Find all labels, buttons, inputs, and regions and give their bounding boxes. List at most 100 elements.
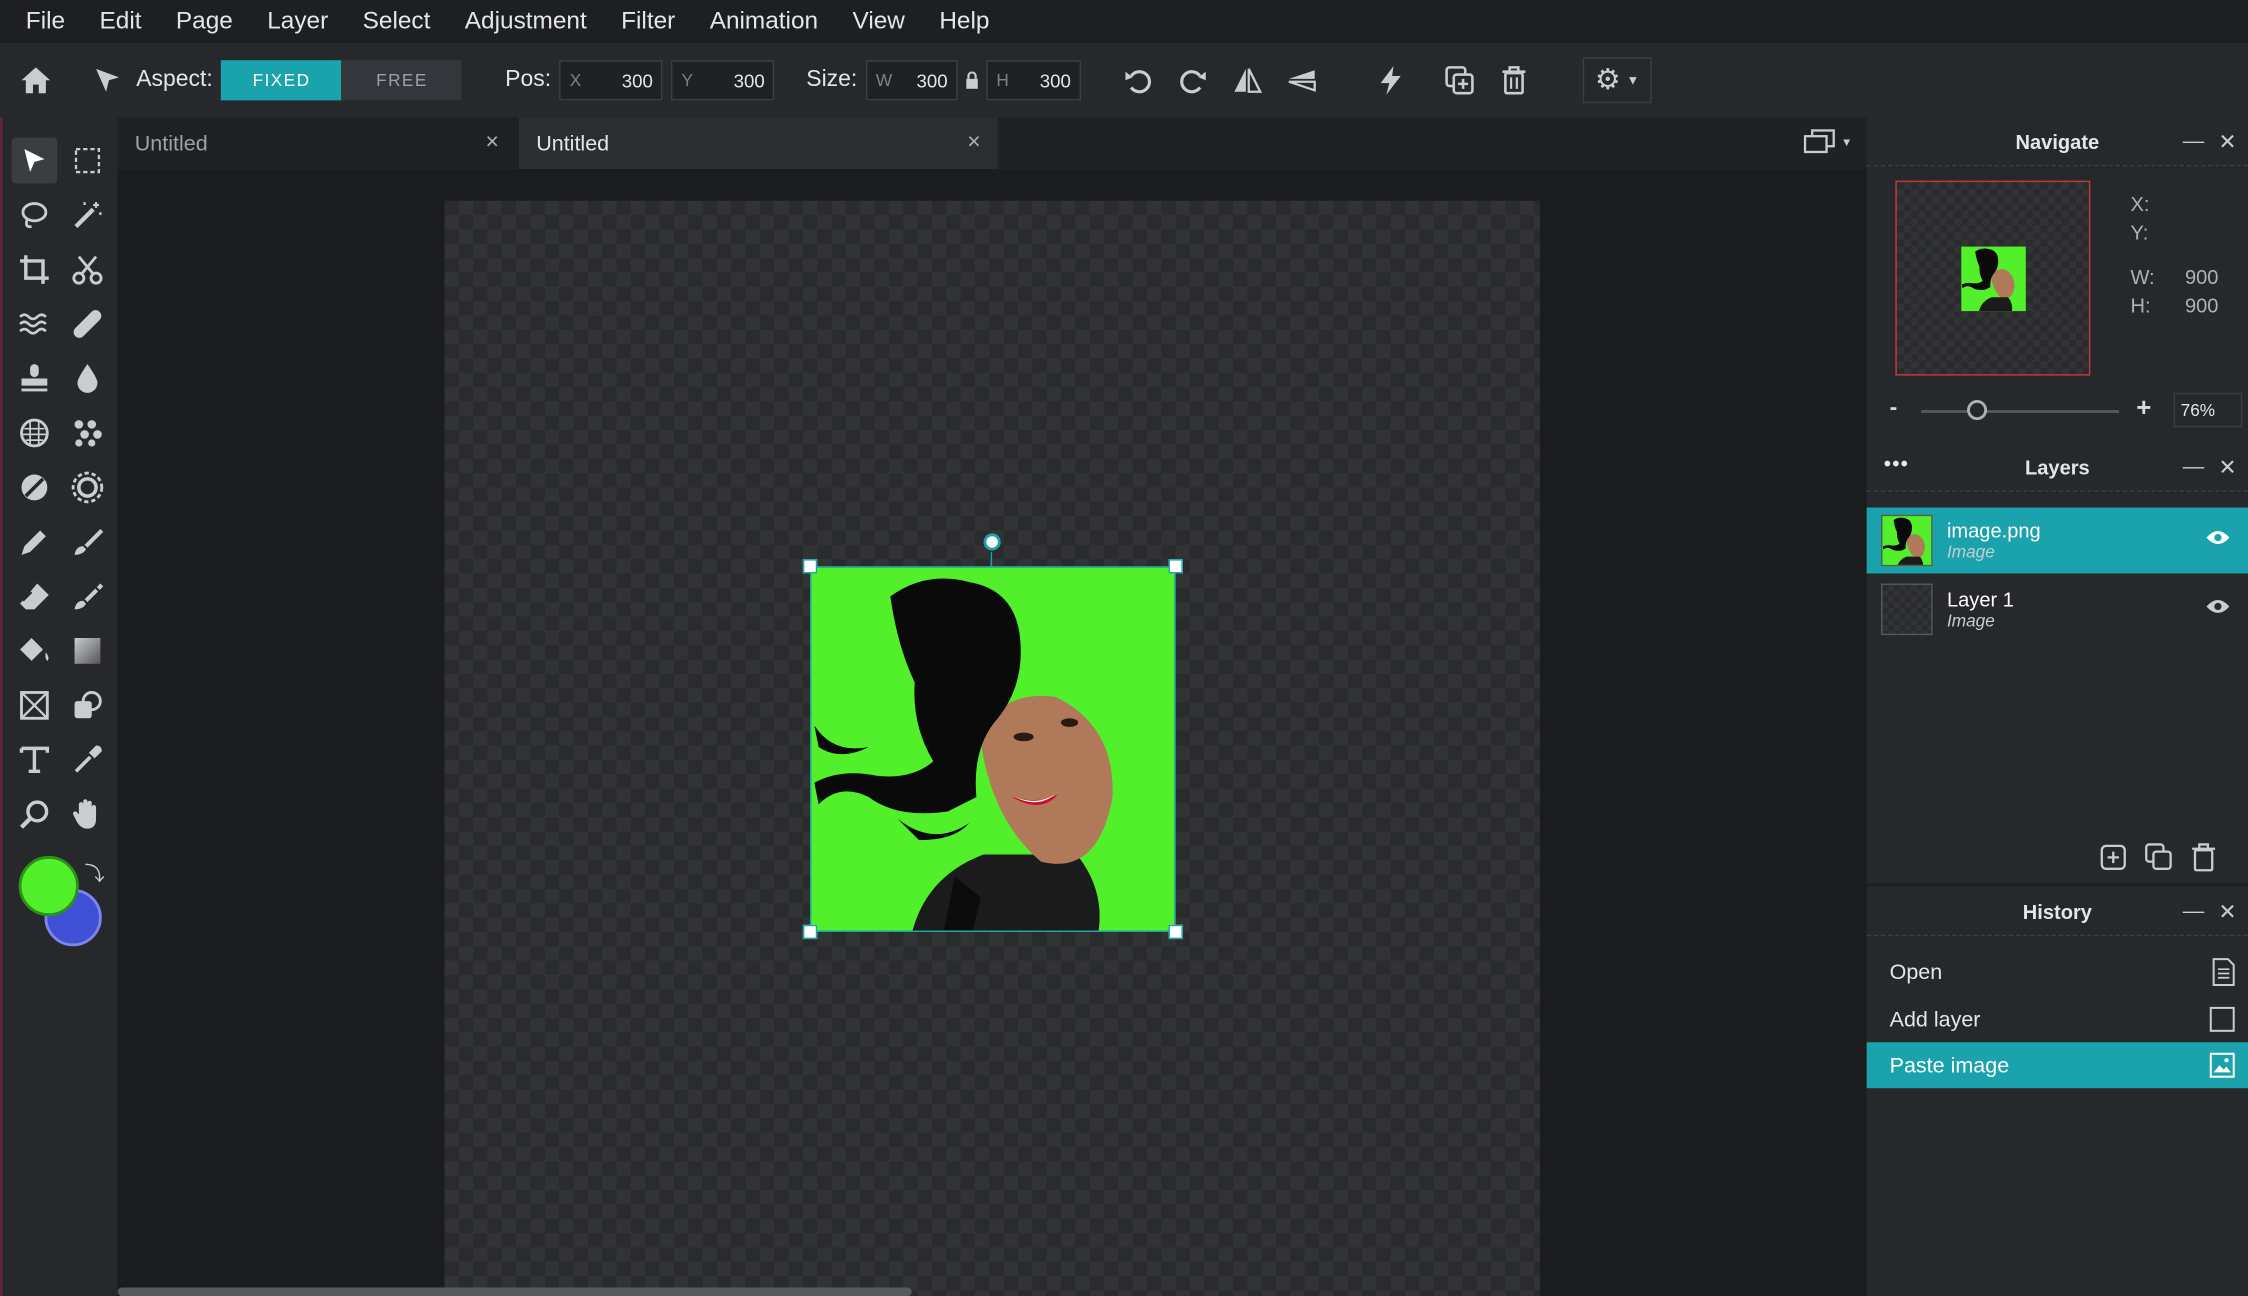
blur-drop-icon[interactable]: [65, 356, 111, 402]
add-layer-icon[interactable]: [2099, 843, 2128, 872]
move-tool-icon[interactable]: [11, 137, 58, 184]
layer-row-layer-1[interactable]: Layer 1 Image: [1867, 576, 2248, 642]
clone-stamp-icon[interactable]: [11, 356, 57, 402]
window-arrange-dropdown[interactable]: ▼: [1803, 129, 1852, 155]
pos-x-field[interactable]: X 300: [559, 60, 663, 101]
duplicate-icon[interactable]: [1439, 60, 1479, 100]
sharpen-sun-icon[interactable]: [65, 465, 111, 511]
zoom-in-button[interactable]: +: [2136, 393, 2151, 423]
scatter-icon[interactable]: [65, 410, 111, 456]
rotate-left-icon[interactable]: [1118, 60, 1158, 100]
lock-icon[interactable]: [958, 60, 987, 100]
aspect-fixed-button[interactable]: FIXED: [221, 60, 342, 101]
crop-icon[interactable]: [11, 247, 57, 293]
rotation-handle[interactable]: [983, 533, 1001, 551]
zoom-value-field[interactable]: 76%: [2173, 392, 2243, 428]
resize-handle-bottom-left[interactable]: [802, 924, 818, 940]
workspace: [117, 169, 1867, 1296]
size-h-field[interactable]: H 300: [986, 60, 1081, 101]
menu-filter[interactable]: Filter: [621, 7, 675, 36]
pasted-image-layer[interactable]: [810, 566, 1176, 932]
minimize-icon[interactable]: —: [2183, 129, 2205, 155]
eraser-icon[interactable]: [11, 573, 57, 619]
close-icon[interactable]: ✕: [2219, 454, 2237, 480]
paint-bucket-icon[interactable]: [11, 628, 57, 674]
rotate-right-icon[interactable]: [1173, 60, 1213, 100]
menu-adjustment[interactable]: Adjustment: [465, 7, 587, 36]
horizontal-scrollbar[interactable]: [117, 1287, 912, 1296]
home-icon[interactable]: [16, 60, 56, 100]
more-options-icon[interactable]: •••: [1884, 452, 1909, 475]
history-item-label: Open: [1889, 959, 1943, 985]
close-icon[interactable]: ✕: [2219, 899, 2237, 924]
zoom-slider-track[interactable]: [1921, 410, 2120, 413]
hand-pan-icon[interactable]: [65, 791, 111, 837]
close-icon[interactable]: ×: [967, 130, 980, 156]
zoom-slider-knob[interactable]: [1967, 400, 1988, 421]
scissors-icon[interactable]: [65, 247, 111, 293]
marquee-select-icon[interactable]: [65, 138, 111, 184]
tab-untitled-1[interactable]: Untitled ×: [118, 118, 517, 170]
navigator-thumbnail[interactable]: [1895, 180, 2091, 376]
zoom-magnifier-icon[interactable]: [11, 791, 57, 837]
resize-handle-top-right[interactable]: [1168, 559, 1183, 574]
sponge-icon[interactable]: [11, 410, 57, 456]
magic-wand-icon[interactable]: [65, 192, 111, 238]
menu-page[interactable]: Page: [176, 7, 233, 36]
menu-edit[interactable]: Edit: [100, 7, 142, 36]
pos-y-field[interactable]: Y 300: [671, 60, 775, 101]
size-w-field[interactable]: W 300: [865, 60, 958, 101]
trash-icon[interactable]: [1494, 60, 1534, 100]
layer-actions: [2099, 843, 2217, 872]
history-item-add-layer[interactable]: Add layer: [1867, 996, 2248, 1042]
menu-animation[interactable]: Animation: [710, 7, 818, 36]
close-icon[interactable]: ✕: [2219, 129, 2237, 154]
menu-layer[interactable]: Layer: [267, 7, 328, 36]
options-toolbar: Aspect: FIXED FREE Pos: X 300 Y 300 Size…: [0, 43, 2248, 118]
transform-icon[interactable]: [11, 682, 57, 728]
pencil-icon[interactable]: [11, 519, 57, 565]
swap-colors-icon[interactable]: ⤵: [85, 859, 105, 888]
liquify-icon[interactable]: [11, 301, 57, 347]
layer-row-image-png[interactable]: image.png Image: [1866, 507, 2248, 574]
resize-handle-bottom-right[interactable]: [1168, 924, 1183, 940]
duplicate-layer-icon[interactable]: [2145, 843, 2174, 872]
dodge-burn-icon[interactable]: [11, 465, 57, 511]
menu-select[interactable]: Select: [363, 7, 431, 36]
foreground-color-swatch[interactable]: [18, 855, 79, 917]
history-title: History: [2022, 899, 2092, 923]
gradient-icon[interactable]: [65, 628, 111, 674]
menu-help[interactable]: Help: [939, 7, 989, 36]
bandage-heal-icon[interactable]: [65, 301, 111, 347]
size-w-key: W: [875, 70, 893, 91]
zoom-out-button[interactable]: -: [1890, 396, 1898, 422]
lasso-icon[interactable]: [11, 192, 57, 238]
menu-file[interactable]: File: [26, 7, 65, 36]
history-item-open[interactable]: Open: [1867, 949, 2248, 995]
navigate-title: Navigate: [2015, 129, 2100, 153]
settings-dropdown[interactable]: ⚙ ▼: [1582, 57, 1652, 104]
menu-view[interactable]: View: [853, 7, 905, 36]
flip-horizontal-icon[interactable]: [1227, 60, 1267, 100]
flip-vertical-icon[interactable]: [1282, 60, 1322, 100]
close-icon[interactable]: ×: [486, 130, 499, 156]
lightning-icon[interactable]: [1371, 60, 1411, 100]
text-tool-icon[interactable]: [11, 737, 57, 783]
shape-icon[interactable]: [65, 682, 111, 728]
pos-y-value: 300: [733, 69, 765, 92]
eye-visibility-icon[interactable]: [2205, 596, 2231, 622]
minimize-icon[interactable]: —: [2183, 899, 2205, 925]
size-w-value: 300: [916, 69, 948, 92]
eyedropper-icon[interactable]: [65, 737, 111, 783]
brush-icon[interactable]: [65, 519, 111, 565]
aspect-free-button[interactable]: FREE: [341, 60, 463, 101]
tab-untitled-2[interactable]: Untitled ×: [518, 117, 998, 170]
resize-handle-top-left[interactable]: [802, 559, 818, 574]
minimize-icon[interactable]: —: [2183, 454, 2205, 480]
delete-layer-icon[interactable]: [2191, 843, 2217, 872]
pos-x-value: 300: [621, 69, 653, 92]
color-replace-icon[interactable]: [65, 573, 111, 619]
pos-label: Pos:: [505, 67, 552, 92]
eye-visibility-icon[interactable]: [2205, 528, 2231, 554]
history-item-paste-image[interactable]: Paste image: [1866, 1042, 2248, 1089]
